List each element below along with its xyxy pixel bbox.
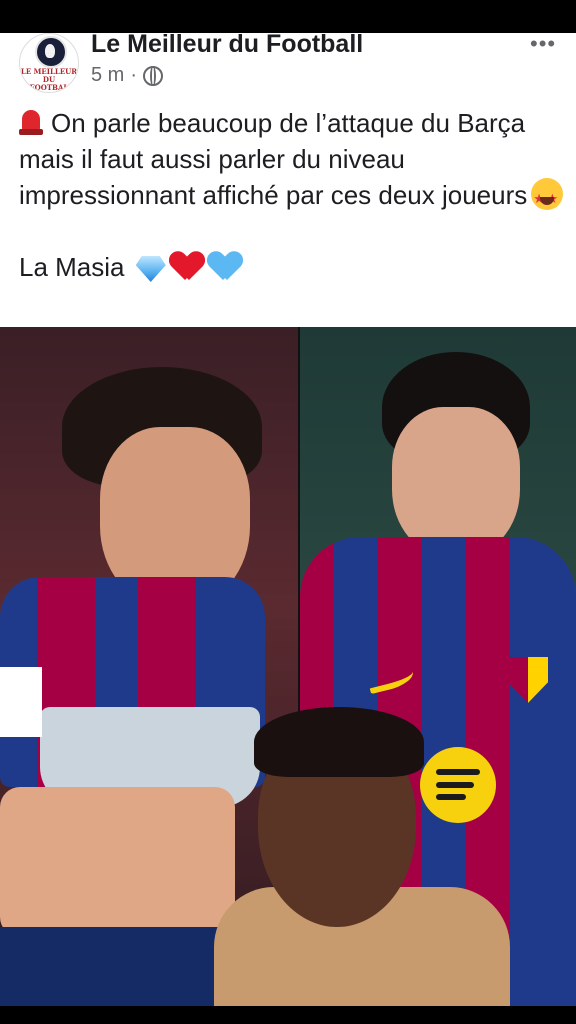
player-torso	[0, 787, 235, 937]
webcam-overlay	[214, 707, 510, 1024]
person-hair	[254, 707, 424, 777]
post-meta: 5 m ·	[91, 64, 164, 87]
post-photo[interactable]	[0, 327, 576, 1024]
post-timestamp[interactable]: 5 m	[91, 64, 124, 87]
more-options-button[interactable]: •••	[530, 31, 556, 57]
post-text: On parle beaucoup de l’attaque du Barça …	[19, 105, 564, 285]
post-text-tagline: La Masia	[19, 249, 564, 285]
red-heart-emoji-icon	[170, 250, 204, 282]
page-avatar[interactable]: LE MEILLEUR DU FOOTBAL	[19, 33, 79, 93]
page-name[interactable]: Le Meilleur du Football	[91, 27, 363, 53]
star-struck-emoji-icon	[531, 178, 564, 217]
siren-emoji-icon	[19, 108, 43, 136]
sleeve-patch	[0, 667, 42, 737]
post-text-body: On parle beaucoup de l’attaque du Barça …	[19, 108, 528, 210]
blue-heart-emoji-icon	[208, 250, 242, 282]
post-text-paragraph: On parle beaucoup de l’attaque du Barça …	[19, 105, 564, 217]
tagline-text: La Masia	[19, 252, 125, 282]
paragraph-spacer	[19, 213, 564, 249]
facebook-post-card: LE MEILLEUR DU FOOTBAL Le Meilleur du Foo…	[0, 30, 576, 327]
avatar-logo-text: LE MEILLEUR DU FOOTBAL	[20, 67, 78, 92]
meta-separator: ·	[130, 64, 138, 86]
football-logo-icon	[35, 36, 67, 68]
globe-icon	[143, 65, 164, 86]
player-face	[392, 407, 520, 557]
gem-emoji-icon	[135, 256, 166, 282]
bottom-strip	[0, 1006, 576, 1024]
